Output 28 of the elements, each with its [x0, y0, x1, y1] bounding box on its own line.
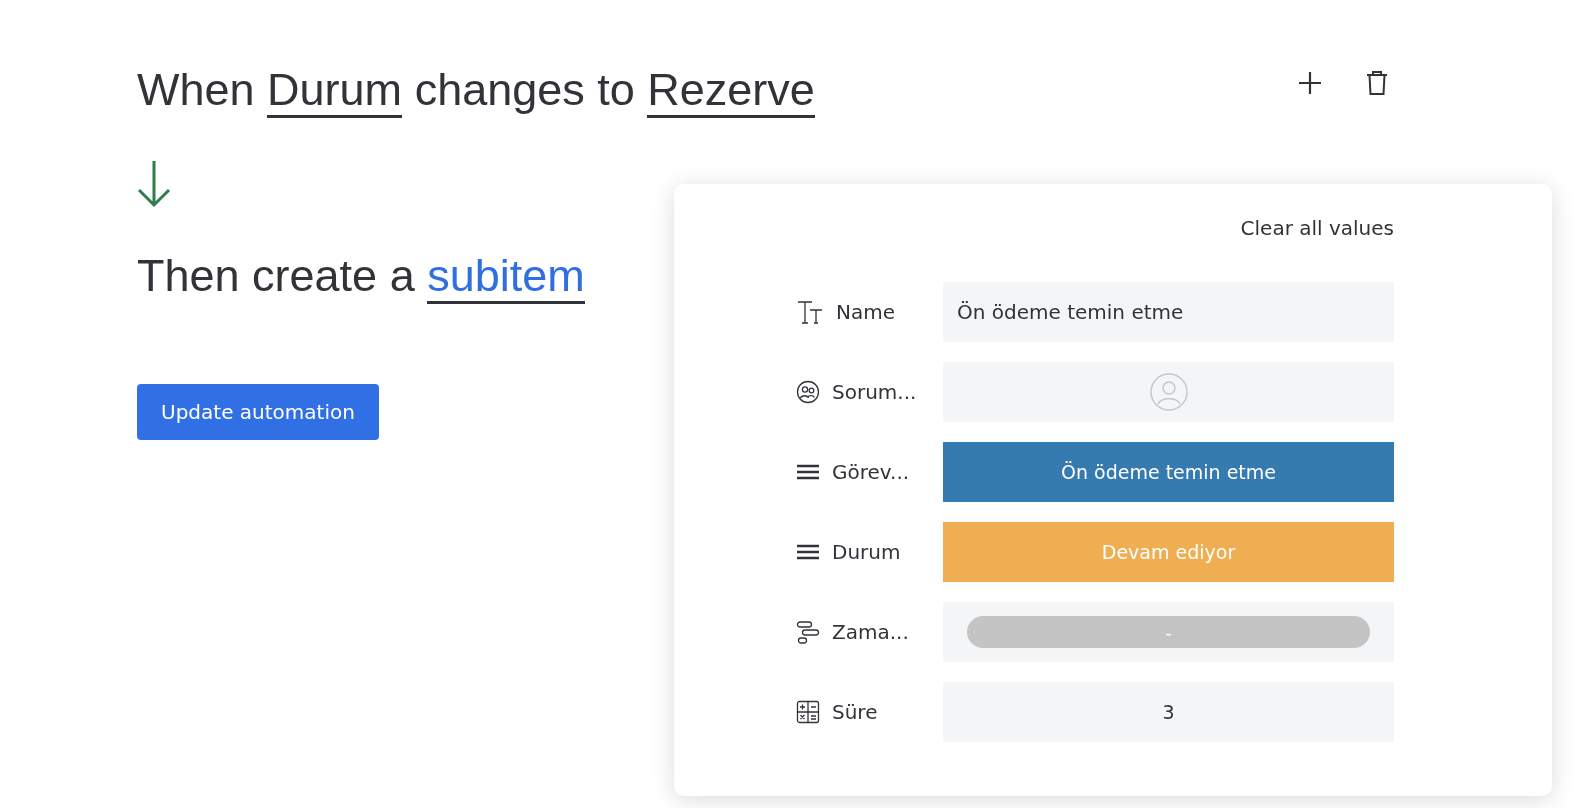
avatar-icon — [1149, 373, 1188, 411]
field-link[interactable]: Rezerve — [647, 64, 815, 118]
add-icon[interactable] — [1298, 71, 1322, 95]
menu-icon — [796, 544, 820, 560]
text-type-icon — [796, 299, 824, 325]
field-label: Sorum... — [832, 380, 917, 404]
field-label: Görev... — [832, 460, 910, 484]
status-label[interactable]: Ön ödeme temin etme — [943, 442, 1394, 502]
down-arrow-icon — [137, 160, 171, 208]
calculator-icon — [796, 700, 820, 724]
clear-all-values-button[interactable]: Clear all values — [1240, 216, 1394, 240]
people-icon — [796, 380, 820, 404]
update-automation-button[interactable]: Update automation — [137, 384, 379, 440]
item-type-link[interactable]: subitem — [427, 250, 585, 304]
field-link[interactable]: Durum — [267, 64, 403, 118]
field-label: Süre — [832, 700, 878, 724]
trigger-sentence: When Durum changes to Rezerve — [137, 60, 815, 120]
field-label: Zama... — [832, 620, 909, 644]
menu-icon — [796, 464, 820, 480]
timeline-pill: - — [967, 616, 1370, 648]
field-label: Name — [836, 300, 895, 324]
action-sentence: Then create a subitem — [137, 246, 585, 306]
name-field[interactable]: Ön ödeme temin etme — [943, 282, 1394, 342]
person-field[interactable] — [943, 362, 1394, 422]
timeline-icon — [796, 620, 820, 644]
number-field[interactable]: 3 — [943, 682, 1394, 742]
field-label: Durum — [832, 540, 901, 564]
trash-icon[interactable] — [1366, 70, 1388, 96]
